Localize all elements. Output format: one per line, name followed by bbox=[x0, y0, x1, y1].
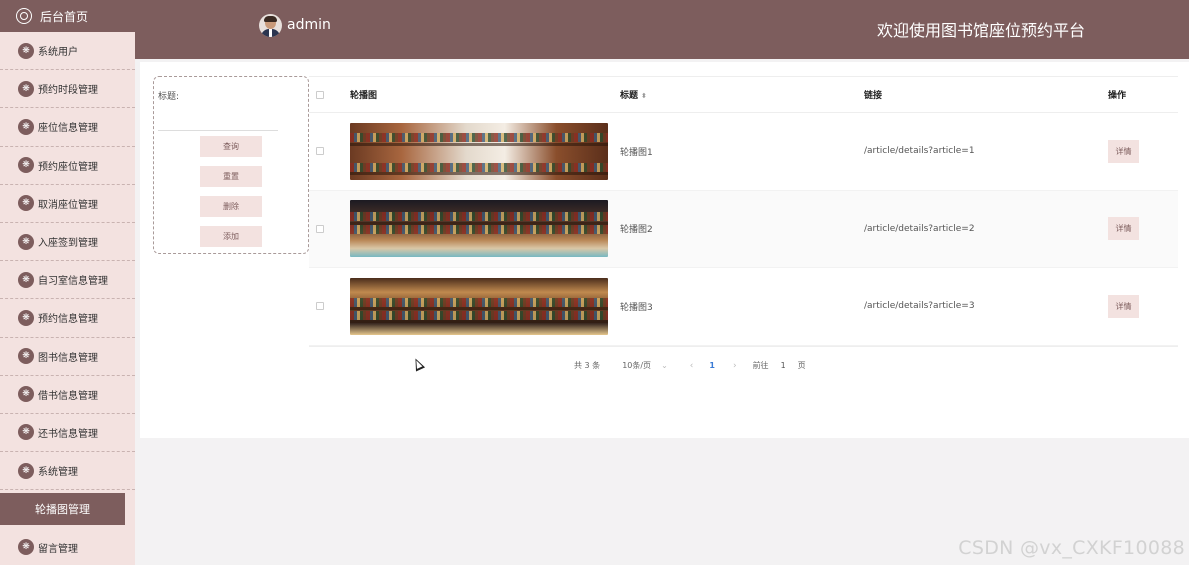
delete-button[interactable]: 删除 bbox=[200, 196, 262, 217]
sidebar-item-cancel-seat[interactable]: ❋ 取消座位管理 bbox=[0, 185, 135, 223]
add-button[interactable]: 添加 bbox=[200, 226, 262, 247]
menu-icon: ❋ bbox=[18, 462, 34, 479]
sidebar-item-book-info[interactable]: ❋ 图书信息管理 bbox=[0, 338, 135, 376]
home-icon bbox=[16, 8, 32, 24]
menu-icon: ❋ bbox=[18, 118, 34, 135]
sidebar-item-label: 预约时段管理 bbox=[38, 85, 98, 97]
carousel-image bbox=[350, 277, 608, 335]
sidebar-item-checkin[interactable]: ❋ 入座签到管理 bbox=[0, 223, 135, 262]
page-jumper: 前往 1 页 bbox=[753, 360, 806, 371]
sidebar-item-study-room[interactable]: ❋ 自习室信息管理 bbox=[0, 261, 135, 300]
menu-icon: ❋ bbox=[18, 348, 34, 365]
menu-icon: ❋ bbox=[18, 309, 34, 326]
sidebar-item-messages[interactable]: ❋ 留言管理 bbox=[0, 528, 135, 565]
detail-button[interactable]: 详情 bbox=[1108, 217, 1139, 241]
query-button[interactable]: 查询 bbox=[200, 136, 262, 157]
sidebar: 后台首页 ❋ 系统用户 ❋ 预约时段管理 ❋ 座位信息管理 ❋ 预约座位管理 ❋ 取消座位… bbox=[0, 0, 135, 565]
column-header-title-label: 标题 bbox=[620, 91, 639, 101]
row-checkbox[interactable] bbox=[316, 302, 324, 311]
sidebar-home[interactable]: 后台首页 bbox=[0, 0, 135, 32]
sidebar-item-borrow-info[interactable]: ❋ 借书信息管理 bbox=[0, 376, 135, 414]
next-page-icon[interactable]: › bbox=[733, 361, 737, 371]
page-title: 欢迎使用图书馆座位预约平台 bbox=[877, 21, 1086, 40]
top-header: admin 欢迎使用图书馆座位预约平台 bbox=[135, 0, 1189, 59]
sidebar-item-system-management[interactable]: ❋ 系统管理 bbox=[0, 452, 135, 491]
reset-button[interactable]: 重置 bbox=[200, 166, 262, 187]
row-checkbox[interactable] bbox=[316, 147, 324, 156]
sidebar-item-seat-info[interactable]: ❋ 座位信息管理 bbox=[0, 108, 135, 147]
sidebar-item-label: 图书信息管理 bbox=[38, 352, 98, 364]
row-title: 轮播图3 bbox=[620, 302, 653, 313]
watermark: CSDN @vx_CXKF10088 bbox=[958, 537, 1185, 559]
menu-icon: ❋ bbox=[18, 195, 34, 212]
prev-page-icon[interactable]: ‹ bbox=[690, 361, 694, 371]
pagination: 共 3 条 10条/页 ⌄ ‹ 1 › 前往 1 页 bbox=[574, 360, 828, 371]
column-header-action: 操作 bbox=[1108, 91, 1127, 101]
avatar[interactable] bbox=[259, 14, 282, 37]
goto-prefix: 前往 bbox=[752, 361, 769, 370]
title-label: 标题: bbox=[158, 92, 180, 102]
sidebar-item-label: 留言管理 bbox=[38, 543, 78, 555]
carousel-image bbox=[350, 122, 608, 180]
row-title: 轮播图1 bbox=[620, 147, 653, 158]
row-link: /article/details?article=1 bbox=[864, 146, 975, 157]
pagination-total: 共 3 条 bbox=[574, 361, 601, 370]
select-all-checkbox[interactable] bbox=[316, 90, 324, 99]
sidebar-item-label: 预约座位管理 bbox=[38, 161, 98, 173]
sidebar-item-reservation-info[interactable]: ❋ 预约信息管理 bbox=[0, 299, 135, 338]
sidebar-item-return-info[interactable]: ❋ 还书信息管理 bbox=[0, 414, 135, 453]
menu-icon: ❋ bbox=[18, 271, 34, 288]
sidebar-item-system-users[interactable]: ❋ 系统用户 bbox=[0, 32, 135, 71]
column-header-image: 轮播图 bbox=[350, 91, 378, 101]
sidebar-item-label: 预约信息管理 bbox=[38, 314, 98, 326]
sort-icon[interactable]: ⬍ bbox=[641, 92, 647, 100]
sidebar-item-label: 入座签到管理 bbox=[38, 238, 98, 250]
page-size-value: 10条/页 bbox=[622, 361, 652, 370]
sidebar-item-seat-reservation[interactable]: ❋ 预约座位管理 bbox=[0, 147, 135, 185]
sidebar-item-label: 系统管理 bbox=[38, 467, 78, 479]
menu-icon: ❋ bbox=[18, 80, 34, 97]
sidebar-item-carousel[interactable]: 轮播图管理 bbox=[0, 490, 135, 528]
table-row: 轮播图2 /article/details?article=2 详情 bbox=[309, 190, 1178, 268]
sidebar-item-label: 系统用户 bbox=[38, 47, 78, 59]
row-title: 轮播图2 bbox=[620, 225, 653, 236]
carousel-image bbox=[350, 200, 608, 258]
search-panel: 标题: 查询 重置 删除 添加 bbox=[153, 76, 309, 254]
goto-suffix: 页 bbox=[797, 361, 806, 370]
menu-icon: ❋ bbox=[18, 386, 34, 403]
row-checkbox[interactable] bbox=[316, 224, 324, 233]
detail-button[interactable]: 详情 bbox=[1108, 139, 1139, 163]
sidebar-menu: ❋ 系统用户 ❋ 预约时段管理 ❋ 座位信息管理 ❋ 预约座位管理 ❋ 取消座位管理 ❋ 入… bbox=[0, 32, 135, 565]
menu-icon: ❋ bbox=[18, 539, 34, 556]
sidebar-home-label: 后台首页 bbox=[40, 9, 89, 24]
table-row: 轮播图3 /article/details?article=3 详情 bbox=[309, 268, 1178, 346]
goto-page-input[interactable]: 1 bbox=[781, 361, 786, 370]
page-size-select[interactable]: 10条/页 ⌄ bbox=[622, 360, 668, 371]
username: admin bbox=[287, 17, 331, 33]
sidebar-item-label: 座位信息管理 bbox=[38, 123, 98, 135]
title-search-input[interactable] bbox=[158, 107, 278, 131]
row-link: /article/details?article=3 bbox=[864, 301, 975, 312]
menu-icon: ❋ bbox=[18, 157, 34, 174]
detail-button[interactable]: 详情 bbox=[1108, 294, 1139, 318]
table-header: 轮播图 标题 ⬍ 链接 操作 bbox=[309, 77, 1178, 113]
sidebar-item-label: 还书信息管理 bbox=[38, 428, 98, 440]
sidebar-item-reservation-slots[interactable]: ❋ 预约时段管理 bbox=[0, 70, 135, 109]
sidebar-item-label: 借书信息管理 bbox=[38, 390, 98, 402]
menu-icon: ❋ bbox=[18, 424, 34, 441]
menu-icon: ❋ bbox=[18, 42, 34, 59]
row-link: /article/details?article=2 bbox=[864, 223, 975, 234]
carousel-table: 轮播图 标题 ⬍ 链接 操作 轮播图1 /article/details?arti… bbox=[309, 76, 1178, 347]
sidebar-item-label: 取消座位管理 bbox=[38, 199, 98, 211]
column-header-title[interactable]: 标题 ⬍ bbox=[620, 88, 864, 101]
sidebar-item-label: 轮播图管理 bbox=[0, 493, 125, 526]
page-number-current[interactable]: 1 bbox=[709, 361, 715, 370]
menu-icon: ❋ bbox=[18, 233, 34, 250]
main-content: 标题: 查询 重置 删除 添加 轮播图 标题 ⬍ 链接 操作 轮播图1 /arti… bbox=[140, 62, 1189, 438]
chevron-down-icon: ⌄ bbox=[661, 361, 668, 370]
column-header-link: 链接 bbox=[864, 91, 883, 101]
table-row: 轮播图1 /article/details?article=1 详情 bbox=[309, 113, 1178, 191]
sidebar-item-label: 自习室信息管理 bbox=[38, 276, 108, 288]
